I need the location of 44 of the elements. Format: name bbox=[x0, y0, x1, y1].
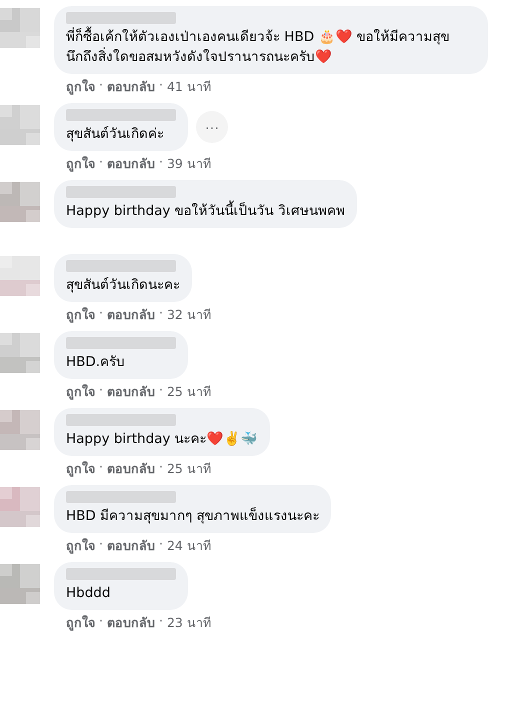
separator-dot: · bbox=[99, 613, 103, 630]
separator-dot: · bbox=[99, 382, 103, 399]
comment-text: Happy birthday นะคะ❤✌🐳 bbox=[66, 430, 258, 449]
comment-text: Hbddd bbox=[66, 584, 112, 603]
comment-time: 41 นาที bbox=[166, 78, 211, 96]
comment-text: HBD.ครับ bbox=[66, 353, 126, 372]
separator-dot: · bbox=[99, 536, 103, 553]
action-link[interactable]: ถูกใจ bbox=[66, 382, 95, 402]
action-link[interactable]: ตอบกลับ bbox=[106, 459, 155, 479]
action-link[interactable]: ถูกใจ bbox=[66, 77, 95, 97]
action-link[interactable]: ถูกใจ bbox=[66, 613, 95, 633]
comment-text: สุขสันต์วันเกิดค่ะ bbox=[66, 125, 165, 144]
separator-dot: · bbox=[158, 459, 163, 476]
separator-dot: · bbox=[158, 305, 163, 322]
separator-dot: · bbox=[99, 305, 103, 322]
separator-dot: · bbox=[158, 77, 163, 94]
separator-dot: · bbox=[158, 382, 163, 399]
comment-text: สุขสันต์วันเกิดนะคะ bbox=[66, 276, 180, 295]
comment-time: 23 นาที bbox=[166, 614, 211, 632]
action-link[interactable]: ตอบกลับ bbox=[106, 536, 155, 556]
action-link[interactable]: ถูกใจ bbox=[66, 459, 95, 479]
action-link[interactable]: ตอบกลับ bbox=[106, 305, 155, 325]
action-link[interactable]: ถูกใจ bbox=[66, 154, 95, 174]
separator-dot: · bbox=[158, 154, 163, 171]
separator-dot: · bbox=[99, 77, 103, 94]
comment-text: HBD มีความสุขมากๆ สุขภาพแข็งแรงนะคะ bbox=[66, 506, 320, 526]
separator-dot: · bbox=[158, 613, 163, 630]
action-link[interactable]: ตอบกลับ bbox=[106, 154, 155, 174]
separator-dot: · bbox=[158, 536, 163, 553]
comment-time: 25 นาที bbox=[166, 460, 211, 478]
action-link[interactable]: ตอบกลับ bbox=[106, 77, 155, 97]
action-link[interactable]: ตอบกลับ bbox=[106, 613, 155, 633]
action-link[interactable]: ถูกใจ bbox=[66, 305, 95, 325]
separator-dot: · bbox=[99, 459, 103, 476]
comment-text: พี่ก็ซื้อเค้กให้ตัวเองเป่าเองคนเดียวจ้ะ HBD 🎂❤ ขอให้มีความสุข นึกถึงสิ่งใดขอสมหวังดังใจปรานารถนะครับ❤ bbox=[66, 27, 476, 67]
action-link[interactable]: ตอบกลับ bbox=[106, 382, 155, 402]
comment-time: 25 นาที bbox=[166, 383, 211, 401]
action-link[interactable]: ถูกใจ bbox=[66, 536, 95, 556]
comment-time: 39 นาที bbox=[166, 155, 211, 173]
comment-text: Happy birthday ขอให้วันนี้เป็นวัน วิเศษนพคพ bbox=[66, 201, 345, 221]
comment-time: 32 นาที bbox=[166, 306, 211, 324]
comment-time: 24 นาที bbox=[166, 537, 211, 555]
more-button[interactable]: ··· bbox=[196, 111, 228, 143]
separator-dot: · bbox=[99, 154, 103, 171]
